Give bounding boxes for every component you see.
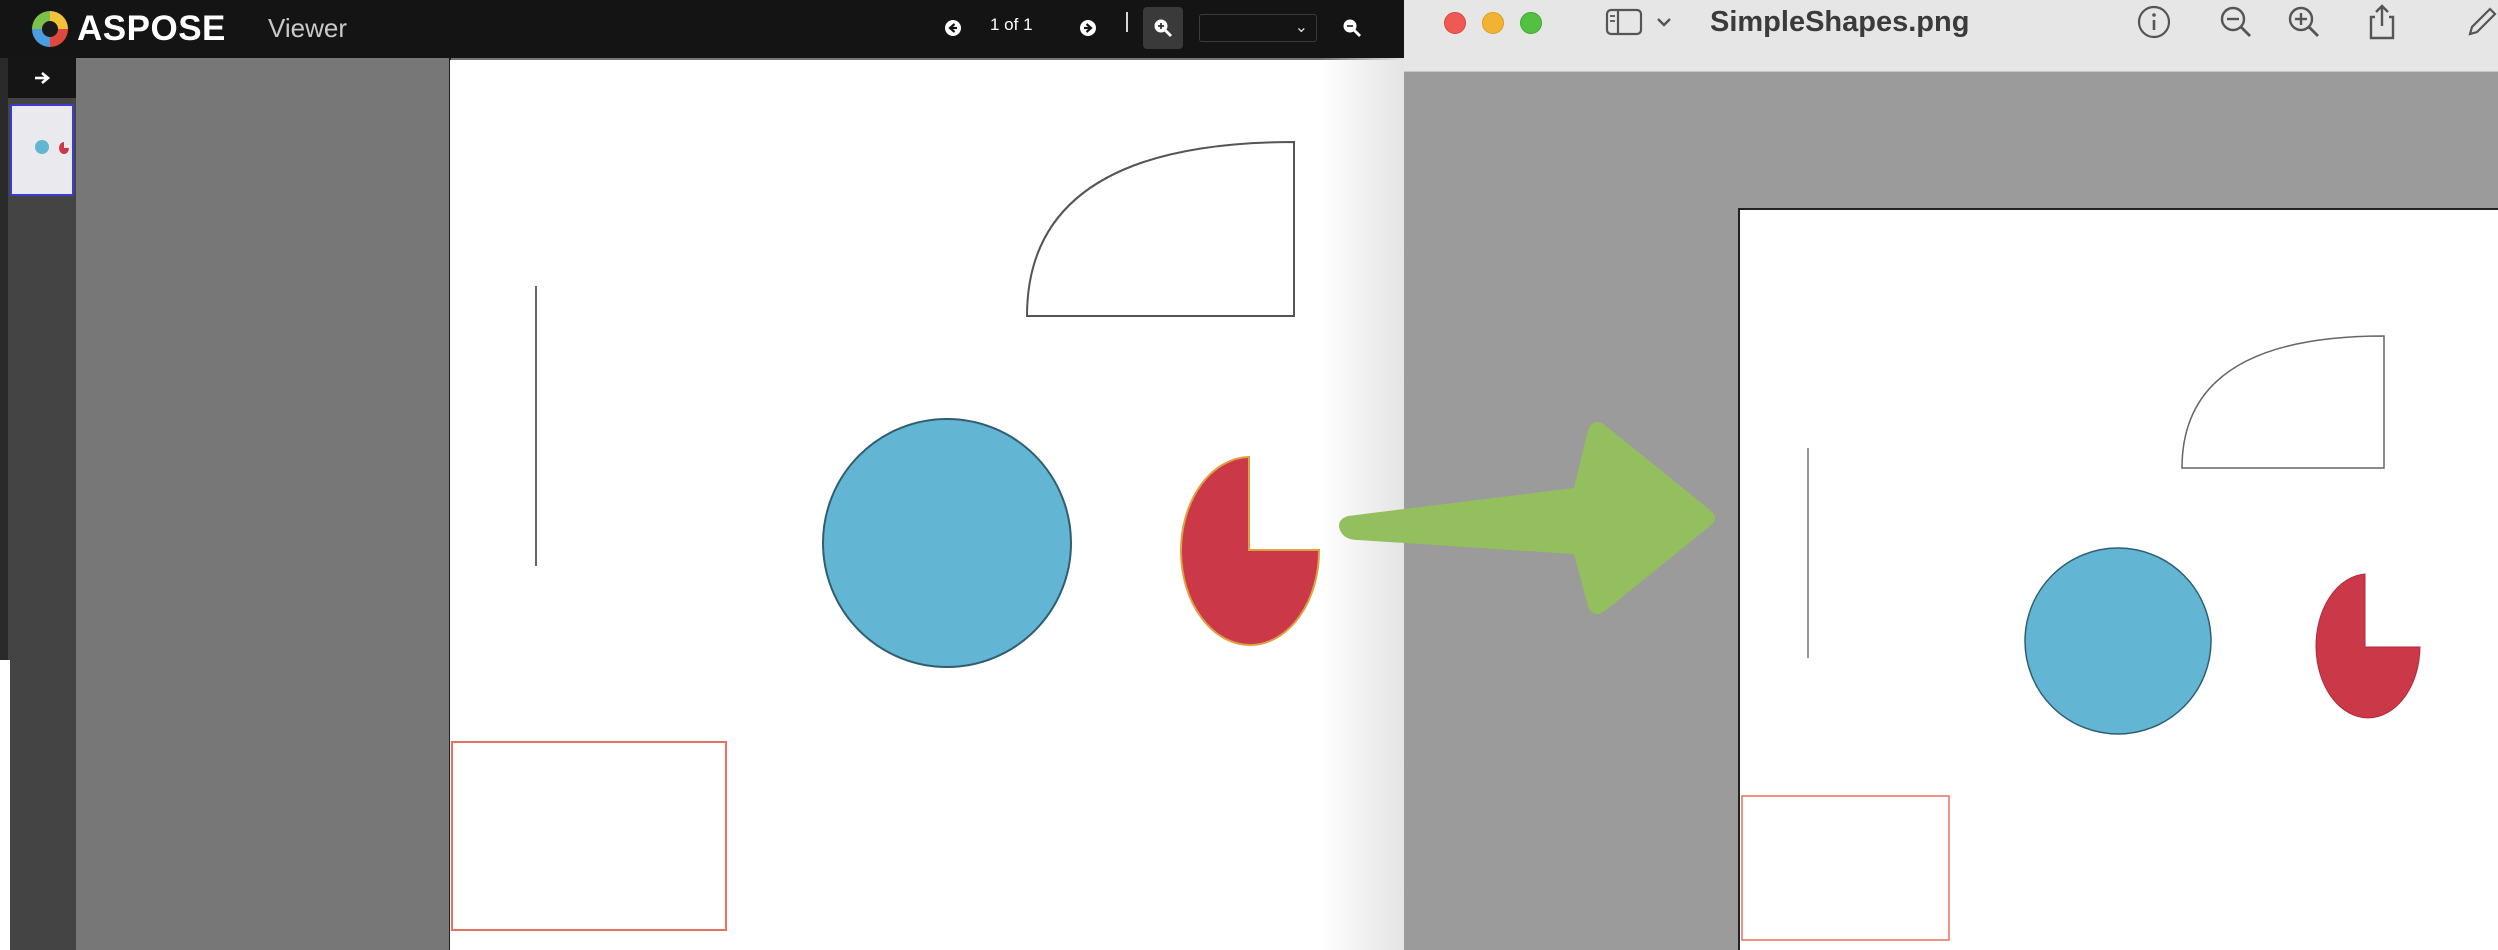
- zoom-in-icon: [2288, 6, 2319, 37]
- red-outline-rectangle: [1741, 795, 1950, 941]
- zoom-out-icon: [1343, 19, 1361, 37]
- zoom-in-button[interactable]: [2284, 2, 2324, 42]
- arrow-right-circle-icon: [1080, 20, 1096, 36]
- zoom-in-button[interactable]: [1143, 7, 1183, 49]
- share-icon: [2369, 4, 2395, 40]
- document-page: [450, 60, 1404, 950]
- aspose-brand-name: ASPOSE: [77, 9, 226, 48]
- sidebar-icon[interactable]: [1604, 6, 1644, 38]
- zoom-in-icon: [1154, 19, 1172, 37]
- thumbnail-sidebar: [0, 58, 76, 950]
- quarter-arc-shape: [2181, 335, 2385, 469]
- red-pie-shape: [1180, 455, 1321, 646]
- next-page-button[interactable]: [1068, 7, 1108, 49]
- red-outline-rectangle: [451, 741, 727, 931]
- previous-page-button[interactable]: [933, 7, 973, 49]
- pencil-icon: [2468, 7, 2497, 36]
- aspose-viewer-window: ASPOSE Viewer 1 of 1 ⌄: [0, 0, 1404, 950]
- zoom-out-button[interactable]: [2216, 2, 2256, 42]
- chevron-down-icon: ⌄: [1294, 19, 1308, 36]
- app-name-label: Viewer: [268, 13, 348, 43]
- zoom-out-icon: [2220, 6, 2251, 37]
- close-traffic-light[interactable]: [1444, 12, 1466, 34]
- arrow-right-icon: [35, 72, 51, 84]
- sidebar-toggle-button[interactable]: [8, 58, 76, 98]
- window-title: SimpleShapes.png: [1710, 6, 1970, 38]
- background-window-edge: [0, 660, 10, 950]
- page-shapes: [451, 140, 1321, 931]
- info-icon: [2137, 5, 2171, 39]
- arrow-left-circle-icon: [945, 20, 961, 36]
- maximize-traffic-light[interactable]: [1520, 12, 1542, 34]
- share-button[interactable]: [2362, 2, 2402, 42]
- toolbar-separator: [1126, 12, 1128, 32]
- image-canvas: [1738, 208, 2498, 950]
- zoom-level-select[interactable]: ⌄: [1199, 14, 1317, 42]
- right-arrow-icon: [1339, 421, 1715, 615]
- thumbnail-preview: [35, 140, 69, 154]
- zoom-out-button[interactable]: [1332, 7, 1372, 49]
- quarter-arc-shape: [1025, 140, 1295, 317]
- chevron-down-icon[interactable]: [1654, 10, 1674, 34]
- preview-titlebar: SimpleShapes.png: [1404, 0, 2498, 72]
- red-pie-shape: [2315, 573, 2421, 719]
- page-thumbnail[interactable]: [10, 104, 74, 196]
- minimize-traffic-light[interactable]: [1482, 12, 1504, 34]
- blue-circle-shape: [822, 418, 1072, 668]
- blue-circle-shape: [2024, 547, 2212, 735]
- markup-button[interactable]: [2462, 2, 2498, 42]
- aspose-logo-icon: [31, 10, 69, 48]
- image-shapes: [1741, 335, 2421, 941]
- info-button[interactable]: [2134, 2, 2174, 42]
- aspose-toolbar: ASPOSE Viewer 1 of 1 ⌄: [0, 0, 1404, 58]
- page-indicator: 1 of 1: [990, 15, 1033, 34]
